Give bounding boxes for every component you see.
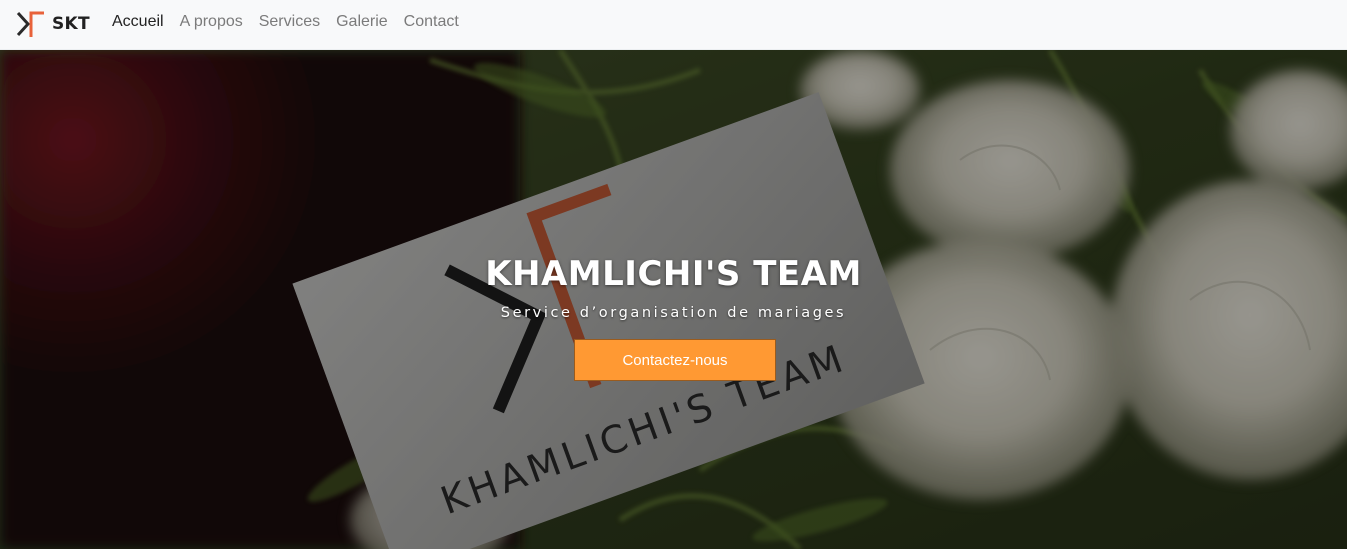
hero-section: KHAMLICHI'S TEAM KHAMLICHI'S TEAM Servic… — [0, 50, 1347, 549]
hero-subtitle: Service d’organisation de mariages — [500, 305, 847, 321]
brand-logo-link[interactable]: SKT — [16, 9, 90, 39]
contact-us-button[interactable]: Contactez-nous — [574, 339, 776, 381]
hero-content: KHAMLICHI'S TEAM Service d’organisation … — [0, 50, 1347, 549]
nav-link-galerie[interactable]: Galerie — [328, 0, 396, 44]
nav-link-a-propos[interactable]: A propos — [172, 0, 251, 44]
skt-logo-icon — [16, 11, 44, 37]
navbar: SKT Accueil A propos Services Galerie Co… — [0, 0, 1347, 50]
nav-link-accueil[interactable]: Accueil — [104, 0, 172, 44]
nav-link-contact[interactable]: Contact — [396, 0, 467, 44]
main-nav: Accueil A propos Services Galerie Contac… — [104, 0, 467, 44]
nav-link-services[interactable]: Services — [251, 0, 328, 44]
hero-title: KHAMLICHI'S TEAM — [485, 254, 862, 294]
brand-name: SKT — [52, 14, 90, 34]
